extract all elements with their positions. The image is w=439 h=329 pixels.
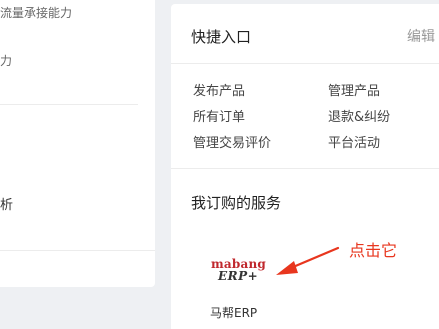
card-divider [171,63,439,64]
quick-link-platform-activities[interactable]: 平台活动 [328,132,380,151]
left-panel-text-capacity: 流量承接能力 [0,6,73,20]
mabang-erp-logo: mabang ERP+ [211,257,267,287]
annotation-arrow-icon [276,246,340,275]
left-panel: 流量承接能力 力 析 [0,0,155,287]
subscribed-services-title: 我订购的服务 [191,194,282,212]
quick-link-refunds-disputes[interactable]: 退款&纠纷 [328,106,390,125]
quick-link-manage-products[interactable]: 管理产品 [328,80,380,99]
left-panel-divider [0,250,155,251]
left-panel-divider [0,104,138,105]
logo-product-text: ERP+ [218,269,259,283]
edit-link[interactable]: 编辑 [407,26,435,46]
service-tile-mabang-erp[interactable]: mabang ERP+ 马帮ERP [201,254,273,322]
service-name: 马帮ERP [210,306,258,320]
annotation-text: 点击它 [349,241,398,260]
quick-entry-title: 快捷入口 [191,28,252,46]
quick-link-all-orders[interactable]: 所有订单 [193,106,245,125]
card-divider [171,168,439,169]
quick-link-publish-product[interactable]: 发布产品 [193,80,245,99]
left-panel-text-analysis: 析 [0,198,14,213]
left-panel-text-ability: 力 [0,54,13,68]
quick-link-manage-reviews[interactable]: 管理交易评价 [193,132,271,151]
